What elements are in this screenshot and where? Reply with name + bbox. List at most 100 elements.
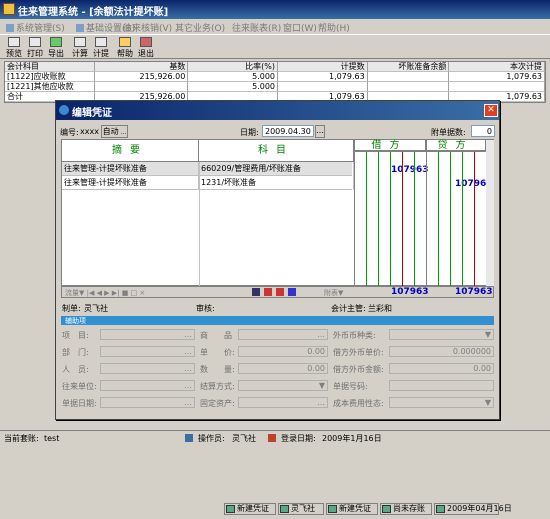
col-base[interactable]: 基数 (94, 62, 189, 72)
fixed-asset-field[interactable]: ... (238, 397, 328, 408)
dialog-title: 编辑凭证 (72, 108, 112, 119)
person-field[interactable]: ... (100, 363, 195, 374)
menu-other[interactable]: 其它业务(O) (175, 21, 225, 34)
account-set-value: test (44, 434, 60, 443)
entry-debit-amount: 107963 (391, 165, 429, 175)
base-icon (76, 24, 84, 32)
calendar-icon (436, 505, 445, 513)
app-title-bar: 往来管理系统 - [余额法计提坏账] (0, 0, 550, 19)
user-icon (280, 505, 289, 513)
preview-icon (8, 37, 20, 47)
grid-footer: 流量▼ |◀ ◀ ▶ ▶| ■ □ × 附表▼ 107963 107963 (61, 286, 494, 298)
goods-field[interactable]: ... (238, 329, 328, 340)
total-credit: 107963 (455, 287, 493, 297)
summary-header-row: 会计科目 基数 比率(%) 计提数 坏账准备余额 本次计提 (5, 62, 546, 72)
dialog-bottom-bar: 新建凭证 灵飞社 新建凭证 尚未存账 2009年04月16日 (56, 499, 512, 519)
app-icon (3, 3, 15, 15)
entry-tools[interactable] (252, 287, 312, 297)
fx-amount-field[interactable]: 0.00 (389, 363, 494, 374)
date-picker-button[interactable]: … (315, 125, 325, 138)
voucher-no-label: 编号: (60, 128, 79, 137)
new-voucher-button-2[interactable]: 新建凭证 (326, 503, 378, 515)
col-account: 科目 (199, 140, 354, 162)
menu-writeoff[interactable]: 往来核销(V) (123, 21, 172, 34)
operator-label: 操作员: (198, 434, 225, 443)
col-debit: 借方 (354, 140, 426, 151)
quantity-field[interactable]: 0.00 (238, 363, 328, 374)
audit-label: 审核: (196, 304, 215, 313)
project-field[interactable]: ... (100, 329, 195, 340)
dialog-icon (59, 105, 69, 115)
bill-number-field[interactable] (389, 380, 494, 391)
voucher-date-button[interactable]: 2009年04月16日 (434, 503, 512, 515)
exit-icon (140, 37, 152, 47)
settlement-field[interactable]: ▼ (238, 380, 328, 391)
fx-rate-field[interactable]: 0.000000 (389, 346, 494, 357)
dialog-title-bar: 编辑凭证 (56, 101, 499, 120)
col-rate[interactable]: 比率(%) (188, 62, 278, 72)
attachment-count-field[interactable]: 0 (471, 125, 495, 137)
col-accrued[interactable]: 计提数 (278, 62, 368, 72)
print-button[interactable]: 打印 (24, 36, 46, 58)
save-icon (382, 505, 391, 513)
help-button[interactable]: 帮助 (114, 36, 136, 58)
menu-reports[interactable]: 往来账表(R) (232, 21, 281, 34)
operator-icon (185, 434, 193, 442)
tool-icon (264, 288, 272, 296)
total-debit: 107963 (391, 287, 429, 297)
operator-name: 灵飞社 (232, 434, 256, 443)
calculate-button[interactable]: 计算 (69, 36, 91, 58)
new-voucher-button[interactable]: 新建凭证 (224, 503, 276, 515)
tool-icon (252, 288, 260, 296)
exit-button[interactable]: 退出 (135, 36, 157, 58)
close-button[interactable]: ✕ (484, 104, 498, 117)
auto-number-button[interactable]: 自动 ... (101, 125, 128, 138)
voucher-no-value: xxxx (80, 127, 99, 136)
table-row[interactable]: [1221]其他应收款 5.000 (5, 82, 546, 92)
calculate-icon (74, 37, 86, 47)
account-set-label: 当前套账: (4, 434, 39, 443)
entry-row[interactable]: 往来管理-计提坏账准备 1231/坏账准备 (62, 176, 354, 190)
maker-button[interactable]: 灵飞社 (278, 503, 324, 515)
supervisor-name: 兰彩和 (368, 304, 392, 313)
auxiliary-band: 辅助项 (61, 316, 494, 325)
menu-system[interactable]: 系统管理(S) (6, 21, 65, 34)
department-field[interactable]: ... (100, 346, 195, 357)
new-voucher-icon (328, 505, 337, 513)
toolbar: 预览 打印 导出 计算 计提 帮助 退出 (0, 35, 550, 59)
currency-field[interactable]: ▼ (389, 329, 494, 340)
app-title: 往来管理系统 - [余额法计提坏账] (18, 7, 169, 18)
summary-table: 会计科目 基数 比率(%) 计提数 坏账准备余额 本次计提 [1122]应收账款… (4, 61, 546, 103)
col-current-accrual[interactable]: 本次计提 (449, 62, 546, 72)
table-row[interactable]: [1122]应收账款 215,926.00 5.000 1,079.63 1,079.6… (5, 72, 546, 82)
save-status-button[interactable]: 尚未存账 (380, 503, 432, 515)
menu-window[interactable]: 窗口(W) (283, 21, 317, 34)
help-icon (119, 37, 131, 47)
system-icon (6, 24, 14, 32)
login-icon (268, 434, 276, 442)
date-field[interactable]: 2009.04.30 (262, 125, 314, 137)
menu-bar: 系统管理(S) 基础设置(B) 往来核销(V) 其它业务(O) 往来账表(R) … (0, 19, 550, 35)
entry-row[interactable]: 往来管理-计提坏账准备 660209/管理费用/坏账准备 (62, 162, 354, 176)
export-button[interactable]: 导出 (45, 36, 67, 58)
new-voucher-icon (226, 505, 235, 513)
unit-price-field[interactable]: 0.00 (238, 346, 328, 357)
col-account[interactable]: 会计科目 (5, 62, 95, 72)
col-credit: 贷方 (426, 140, 486, 151)
tool-icon (288, 288, 296, 296)
attachment-menu[interactable]: 附表▼ (324, 288, 343, 298)
accrue-button[interactable]: 计提 (90, 36, 112, 58)
record-nav[interactable]: 流量▼ |◀ ◀ ▶ ▶| ■ □ × (65, 288, 145, 298)
login-date-value: 2009年1月16日 (322, 434, 382, 443)
edit-voucher-dialog: 编辑凭证 ✕ 编号: xxxx 自动 ... 日期: 2009.04.30 … … (55, 100, 512, 515)
login-date-label: 登录日期: (281, 434, 316, 443)
partner-field[interactable]: ... (100, 380, 195, 391)
grid-scrollbar[interactable] (486, 140, 494, 286)
col-reserve-balance[interactable]: 坏账准备余额 (367, 62, 450, 72)
voucher-grid: 摘要 科目 借方 贷方 往来管理-计提坏账准备 660209/管理费用/坏账准备… (61, 139, 494, 286)
tool-icon (276, 288, 284, 296)
bill-date-field[interactable]: ... (100, 397, 195, 408)
cost-nature-field[interactable]: ▼ (389, 397, 494, 408)
preview-button[interactable]: 预览 (3, 36, 25, 58)
menu-help[interactable]: 帮助(H) (318, 21, 350, 34)
